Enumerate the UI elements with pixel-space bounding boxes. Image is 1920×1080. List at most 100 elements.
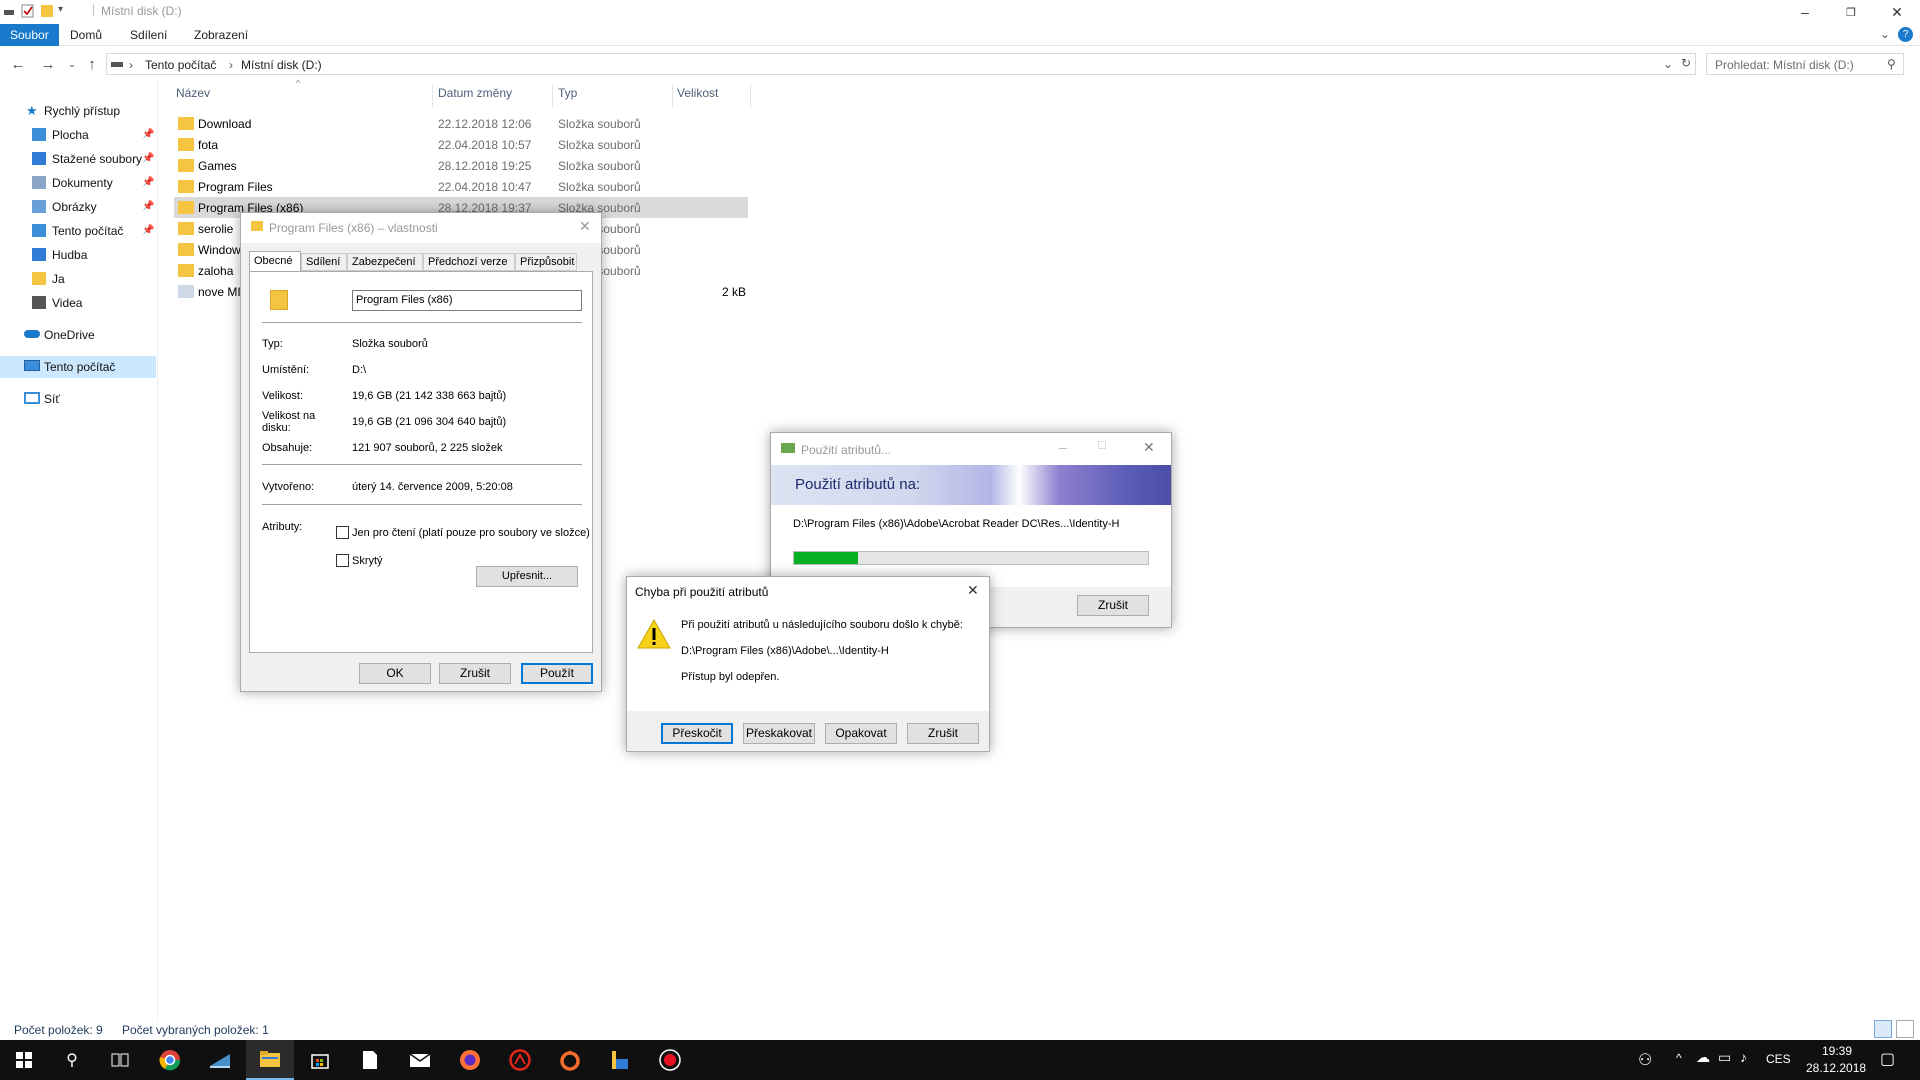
sidebar-item-documents[interactable]: Dokumenty 📌 (0, 172, 156, 194)
address-bar[interactable]: › Tento počítač › Místní disk (D:) ⌄ ↻ (106, 53, 1696, 75)
onedrive-tray-icon[interactable]: ☁ (1696, 1049, 1710, 1066)
title-separator: | (92, 2, 96, 16)
restore-button[interactable]: ❐ (1828, 0, 1874, 24)
error-cancel-button[interactable]: Zrušit (907, 723, 979, 744)
column-separator[interactable] (750, 84, 751, 108)
column-header-size[interactable]: Velikost (677, 86, 718, 106)
file-row[interactable]: Download 22.12.2018 12:06 Složka souborů (174, 113, 748, 134)
tab-general[interactable]: Obecné (249, 251, 301, 272)
sidebar-item-desktop[interactable]: Plocha 📌 (0, 124, 156, 146)
up-button[interactable]: ↑ (82, 54, 102, 74)
search-input[interactable]: Prohledat: Místní disk (D:) ⚲ (1706, 53, 1904, 75)
retry-button[interactable]: Opakovat (825, 723, 897, 744)
quick-access-dropdown-icon[interactable]: ▾ (58, 4, 63, 15)
breadcrumb-drive[interactable]: Místní disk (D:) (241, 58, 322, 72)
sidebar-item-download[interactable]: Stažené soubory 📌 (0, 148, 156, 170)
nav-onedrive[interactable]: OneDrive (0, 324, 156, 346)
language-indicator[interactable]: CES (1766, 1052, 1791, 1066)
tab-security[interactable]: Zabezpečení (347, 253, 423, 271)
nav-quick-access[interactable]: ★ Rychlý přístup (0, 100, 156, 122)
tab-file[interactable]: Soubor (0, 24, 59, 46)
ok-button[interactable]: OK (359, 663, 431, 684)
forward-button[interactable]: → (38, 54, 58, 74)
file-row[interactable]: fota 22.04.2018 10:57 Složka souborů (174, 134, 748, 155)
clock-date[interactable]: 28.12.2018 (1806, 1061, 1866, 1075)
record-icon[interactable] (646, 1040, 694, 1080)
column-header-type[interactable]: Typ (558, 86, 577, 106)
skip-all-button[interactable]: Přeskakovat (743, 723, 815, 744)
start-button[interactable] (0, 1040, 48, 1080)
column-separator[interactable] (432, 84, 433, 108)
apply-button[interactable]: Použít (521, 663, 593, 684)
tab-share[interactable]: Sdílení (120, 24, 177, 46)
minimize-icon[interactable]: – (1059, 439, 1067, 455)
breadcrumb-this-pc[interactable]: Tento počítač (145, 58, 216, 72)
hidden-checkbox[interactable] (336, 554, 349, 567)
clock-time[interactable]: 19:39 (1822, 1044, 1852, 1058)
sidebar-item-music[interactable]: Hudba (0, 244, 156, 266)
tab-previous-versions[interactable]: Předchozí verze (423, 253, 515, 271)
search-icon[interactable]: ⚲ (48, 1040, 96, 1080)
sidebar-item-folder[interactable]: Ja (0, 268, 156, 290)
volume-icon[interactable]: ♪ (1740, 1049, 1747, 1065)
recent-locations-button[interactable]: ⌄ (62, 54, 82, 74)
new-folder-icon[interactable] (40, 3, 54, 19)
close-icon[interactable]: ✕ (579, 218, 591, 235)
file-explorer-icon[interactable] (246, 1040, 294, 1080)
store-icon[interactable] (296, 1040, 344, 1080)
advanced-button[interactable]: Upřesnit... (476, 566, 578, 587)
nav-network[interactable]: Síť (0, 388, 156, 410)
skip-button[interactable]: Přeskočit (661, 723, 733, 744)
tab-sharing[interactable]: Sdílení (301, 253, 347, 271)
chrome-icon[interactable] (146, 1040, 194, 1080)
large-icons-view-icon[interactable] (1896, 1020, 1914, 1038)
folder-name-input[interactable]: Program Files (x86) (352, 290, 582, 311)
sidebar-item-videos[interactable]: Videa (0, 292, 156, 314)
task-view-icon[interactable] (96, 1040, 144, 1080)
pin-icon[interactable]: 📌 (142, 153, 154, 164)
close-icon[interactable]: ✕ (1143, 439, 1155, 456)
column-separator[interactable] (552, 84, 553, 108)
people-icon[interactable]: ⚇ (1638, 1050, 1652, 1070)
minimize-button[interactable]: – (1782, 0, 1828, 24)
file-name: Program Files (198, 180, 273, 194)
sidebar-item-pictures[interactable]: Obrázky 📌 (0, 196, 156, 218)
tray-chevron-icon[interactable]: ^ (1676, 1051, 1682, 1065)
origin-icon[interactable] (546, 1040, 594, 1080)
back-button[interactable]: ← (8, 54, 28, 74)
pin-icon[interactable]: 📌 (142, 225, 154, 236)
document-icon[interactable] (346, 1040, 394, 1080)
amd-radeon-icon[interactable] (496, 1040, 544, 1080)
ribbon-expand-icon[interactable]: ⌄ (1880, 27, 1890, 41)
properties-dialog: Program Files (x86) – vlastnosti ✕ Obecn… (240, 212, 602, 692)
close-icon[interactable]: ✕ (967, 582, 979, 599)
file-row[interactable]: Games 28.12.2018 19:25 Složka souborů (174, 155, 748, 176)
close-button[interactable]: ✕ (1874, 0, 1920, 24)
file-row[interactable]: Program Files 22.04.2018 10:47 Složka soub… (174, 176, 748, 197)
sidebar-item-computer[interactable]: Tento počítač 📌 (0, 220, 156, 242)
properties-icon[interactable] (20, 3, 36, 19)
pin-icon[interactable]: 📌 (142, 201, 154, 212)
refresh-icon[interactable]: ↻ (1681, 56, 1691, 70)
tab-view[interactable]: Zobrazení (184, 24, 258, 46)
column-header-name[interactable]: Název (176, 86, 210, 106)
details-view-icon[interactable] (1874, 1020, 1892, 1038)
apply-cancel-button[interactable]: Zrušit (1077, 595, 1149, 616)
ea-app-icon[interactable] (596, 1040, 644, 1080)
mail-icon[interactable] (396, 1040, 444, 1080)
address-dropdown-icon[interactable]: ⌄ (1663, 57, 1673, 71)
pin-icon[interactable]: 📌 (142, 177, 154, 188)
pin-icon[interactable]: 📌 (142, 129, 154, 140)
help-icon[interactable]: ? (1898, 27, 1913, 42)
tab-home[interactable]: Domů (60, 24, 112, 46)
cancel-button[interactable]: Zrušit (439, 663, 511, 684)
column-header-date[interactable]: Datum změny (438, 86, 512, 106)
action-center-icon[interactable]: ▢ (1880, 1049, 1895, 1069)
steam-icon[interactable] (196, 1040, 244, 1080)
readonly-checkbox[interactable] (336, 526, 349, 539)
network-tray-icon[interactable]: ▭ (1718, 1049, 1731, 1066)
firefox-icon[interactable] (446, 1040, 494, 1080)
column-separator[interactable] (672, 84, 673, 108)
nav-this-pc[interactable]: Tento počítač (0, 356, 156, 378)
tab-customize[interactable]: Přizpůsobit (515, 253, 577, 271)
